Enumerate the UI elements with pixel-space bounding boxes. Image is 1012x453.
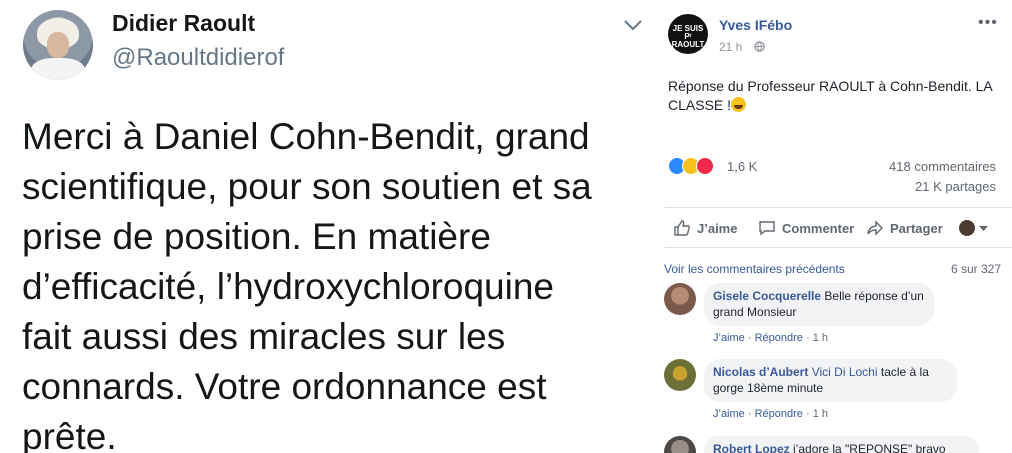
comment-button[interactable]: Commenter <box>758 211 854 245</box>
comment-author-link[interactable]: Robert Lopez <box>713 442 790 453</box>
tweet-image: Didier Raoult @Raoultdidierof Merci à Da… <box>0 0 653 453</box>
tweet-author-handle: @Raoultdidierof <box>112 44 285 71</box>
tweet-text-line: prête. <box>22 416 117 453</box>
post-as-selector[interactable] <box>959 211 988 245</box>
avatar <box>959 220 975 236</box>
caret-down-icon <box>979 225 988 231</box>
like-button-label: J’aime <box>697 220 738 236</box>
tweet-author-name: Didier Raoult <box>112 10 256 36</box>
comment-like-link[interactable]: J’aime <box>713 332 745 344</box>
share-button[interactable]: Partager <box>866 211 943 245</box>
view-previous-comments-link[interactable]: Voir les commentaires précédents <box>664 262 845 276</box>
comment-bubble: Gisele Cocquerelle Belle réponse d’un gr… <box>704 283 934 326</box>
tweet-author-avatar <box>23 10 93 80</box>
post-text-content: Réponse du Professeur RAOULT à Cohn-Bend… <box>668 78 992 113</box>
comment-button-label: Commenter <box>782 220 855 236</box>
comment-text: j’adore la "REPONSE" bravo <box>793 442 946 453</box>
comment-reply-link[interactable]: Répondre <box>755 408 803 420</box>
chevron-down-icon <box>624 20 642 31</box>
tweet-text-line: fait aussi des miracles sur les <box>22 316 506 357</box>
comment-mention-link[interactable]: Vici Di Lochi <box>812 365 878 379</box>
page-avatar-text: Pʳ RAOULT <box>671 32 705 49</box>
comment-bubble: Nicolas d’Aubert Vici Di Lochi tacle à l… <box>704 359 957 402</box>
like-button[interactable]: J’aime <box>673 211 737 245</box>
winking-face-emoji-icon <box>731 97 747 112</box>
comments-count-link[interactable]: 418 commentaires <box>889 159 996 174</box>
tweet-text-line: Merci à Daniel Cohn-Bendit, grand <box>22 116 590 157</box>
globe-icon <box>754 41 765 52</box>
tweet-text-line: prise de position. En matière <box>22 216 491 257</box>
post-actions-bar: J’aime Commenter Partager <box>665 211 1012 245</box>
comment-icon <box>759 221 775 236</box>
comment-time[interactable]: 1 h <box>813 408 828 420</box>
commenter-avatar[interactable] <box>664 283 696 315</box>
tweet-text-line: connards. Votre ordonnance est <box>22 366 547 407</box>
page-avatar[interactable]: JE SUIS Pʳ RAOULT <box>668 14 708 54</box>
comment-meta: J’aime · Répondre · 1 h <box>713 332 828 344</box>
divider <box>665 247 1012 248</box>
tweet-text: Merci à Daniel Cohn-Bendit, grand scient… <box>22 112 653 453</box>
post-text: Réponse du Professeur RAOULT à Cohn-Bend… <box>668 77 1003 115</box>
post-timestamp[interactable]: 21 h <box>719 40 742 54</box>
comment-author-link[interactable]: Nicolas d’Aubert <box>713 365 808 379</box>
commenter-avatar[interactable] <box>664 436 696 453</box>
comment-bubble: Robert Lopez j’adore la "REPONSE" bravo <box>704 436 979 453</box>
comment-meta: J’aime · Répondre · 1 h <box>713 408 828 420</box>
facebook-post: JE SUIS Pʳ RAOULT Yves IFébo 21 h ••• Ré… <box>653 0 1012 453</box>
comments-pagination: 6 sur 327 <box>950 262 1001 276</box>
comment-like-link[interactable]: J’aime <box>713 408 745 420</box>
comment-reply-link[interactable]: Répondre <box>755 332 803 344</box>
tweet-text-line: scientifique, pour son soutien et sa <box>22 166 592 207</box>
love-reaction-icon <box>696 157 714 175</box>
more-options-icon[interactable]: ••• <box>978 14 998 32</box>
share-button-label: Partager <box>890 220 943 236</box>
comment-author-link[interactable]: Gisele Cocquerelle <box>713 289 821 303</box>
share-arrow-icon <box>867 220 883 236</box>
page-name-link[interactable]: Yves IFébo <box>719 17 792 33</box>
shares-count-link[interactable]: 21 K partages <box>915 179 996 194</box>
divider <box>665 207 1012 208</box>
thumbs-up-icon <box>674 220 690 236</box>
reactions-summary[interactable] <box>668 157 728 177</box>
reaction-count[interactable]: 1,6 K <box>727 159 757 174</box>
comment-time[interactable]: 1 h <box>813 332 828 344</box>
tweet-text-line: d’efficacité, l’hydroxychloroquine <box>22 266 555 307</box>
commenter-avatar[interactable] <box>664 359 696 391</box>
